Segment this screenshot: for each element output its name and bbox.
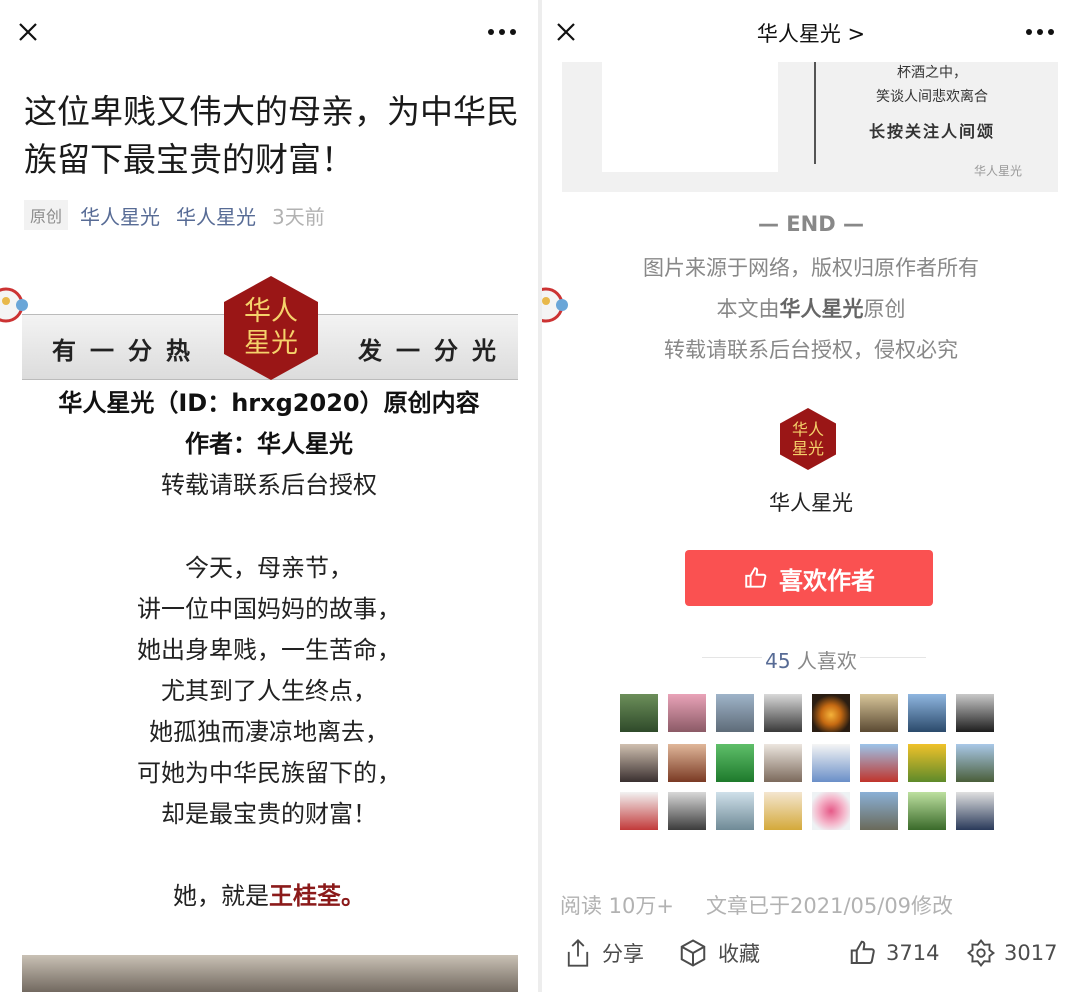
liker-avatar[interactable] bbox=[764, 694, 802, 732]
cube-icon bbox=[680, 939, 706, 967]
publish-time: 3天前 bbox=[272, 204, 325, 229]
share-label: 分享 bbox=[602, 942, 644, 966]
image-text-line: 长按关注人间颂 bbox=[868, 122, 995, 141]
intro-id-line: 华人星光（ID：hrxg2020）原创内容 bbox=[58, 389, 480, 417]
author-avatar[interactable]: 华人星光 bbox=[780, 408, 836, 470]
likers-count: 45 人喜欢 bbox=[542, 645, 1080, 674]
poem-line: 却是最宝贵的财富！ bbox=[161, 800, 377, 828]
final-sentence: 她，就是王桂荃。 bbox=[0, 876, 538, 911]
footer-reprint: 转载请联系后台授权，侵权必究 bbox=[664, 338, 958, 362]
footer-original: 本文由华人星光原创 bbox=[542, 293, 1080, 323]
intro-reprint-line: 转载请联系后台授权 bbox=[161, 471, 377, 499]
poem-line: 她孤独而凄凉地离去， bbox=[149, 718, 389, 746]
more-icon[interactable] bbox=[484, 14, 520, 50]
share-button[interactable]: 分享 bbox=[564, 938, 644, 968]
account-link[interactable]: 华人星光 bbox=[80, 201, 160, 230]
liker-avatar[interactable] bbox=[956, 792, 994, 830]
more-icon[interactable] bbox=[1022, 14, 1058, 50]
footer-original-prefix: 本文由 bbox=[716, 297, 780, 321]
liker-avatar[interactable] bbox=[956, 694, 994, 732]
final-prefix: 她，就是 bbox=[173, 882, 269, 910]
article-pane-left: 这位卑贱又伟大的母亲，为中华民族留下最宝贵的财富！ 原创 华人星光 华人星光 3… bbox=[0, 0, 538, 992]
watermark: 华人星光 bbox=[974, 164, 1023, 178]
header-account-title[interactable]: 华人星光 > bbox=[542, 18, 1080, 48]
liker-avatar[interactable] bbox=[860, 744, 898, 782]
thumbs-up-icon bbox=[745, 567, 767, 588]
footer-original-suffix: 原创 bbox=[863, 297, 906, 321]
collect-button[interactable]: 收藏 bbox=[678, 938, 760, 968]
liker-avatar[interactable] bbox=[668, 792, 706, 830]
poem-line: 可她为中华民族留下的， bbox=[137, 759, 401, 787]
close-icon[interactable] bbox=[10, 14, 46, 50]
divider bbox=[814, 62, 816, 164]
liker-avatar[interactable] bbox=[860, 792, 898, 830]
article-photo bbox=[22, 955, 518, 992]
collect-label: 收藏 bbox=[718, 942, 760, 966]
intro-author-line: 作者：华人星光 bbox=[185, 430, 353, 458]
likers-number: 45 bbox=[765, 649, 791, 673]
share-icon bbox=[567, 939, 589, 967]
footer-copyright: 图片来源于网络，版权归原作者所有 bbox=[643, 256, 979, 280]
liker-avatar[interactable] bbox=[620, 744, 658, 782]
modified-note: 文章已于2021/05/09修改 bbox=[706, 894, 954, 918]
image-text-line: 笑谈人间悲欢离合 bbox=[876, 89, 988, 105]
author-avatar-text: 华人星光 bbox=[791, 420, 824, 458]
liker-avatar[interactable] bbox=[716, 792, 754, 830]
author-name: 华人星光 bbox=[769, 491, 853, 515]
original-tag: 原创 bbox=[24, 200, 69, 230]
qr-code-area bbox=[602, 62, 778, 172]
liker-avatar[interactable] bbox=[908, 744, 946, 782]
read-count: 阅读 10万+ bbox=[560, 894, 674, 918]
heroine-name: 王桂荃。 bbox=[269, 882, 365, 910]
liker-avatar[interactable] bbox=[620, 792, 658, 830]
author-link[interactable]: 华人星光 bbox=[176, 201, 256, 230]
thumbs-up-icon bbox=[850, 940, 875, 964]
thumbs-up-button[interactable]: 3714 bbox=[848, 938, 939, 968]
liker-avatar[interactable] bbox=[812, 694, 850, 732]
poem-line: 她出身卑贱，一生苦命， bbox=[137, 636, 401, 664]
liker-avatar[interactable] bbox=[956, 744, 994, 782]
liker-avatar[interactable] bbox=[620, 694, 658, 732]
banner-slogan-right: 发一分光 bbox=[358, 336, 510, 365]
article-meta: 原创 华人星光 华人星光 3天前 bbox=[24, 200, 325, 230]
liker-avatar[interactable] bbox=[908, 792, 946, 830]
poem-line: 今天，母亲节， bbox=[185, 554, 353, 582]
poem-line: 讲一位中国妈妈的故事， bbox=[137, 595, 401, 623]
like-author-label: 喜欢作者 bbox=[779, 566, 875, 595]
liker-avatar[interactable] bbox=[812, 792, 850, 830]
wow-button[interactable]: 3017 bbox=[966, 938, 1057, 968]
thumbs-up-count: 3714 bbox=[886, 941, 940, 965]
like-author-button[interactable]: 喜欢作者 bbox=[685, 550, 933, 606]
likers-suffix: 人喜欢 bbox=[796, 649, 857, 673]
wow-count: 3017 bbox=[1004, 941, 1058, 965]
footer-original-account: 华人星光 bbox=[779, 297, 864, 321]
image-text-line: 杯酒之中， bbox=[897, 65, 967, 81]
article-title: 这位卑贱又伟大的母亲，为中华民族留下最宝贵的财富！ bbox=[24, 92, 519, 179]
liker-avatar[interactable] bbox=[764, 792, 802, 830]
liker-avatar[interactable] bbox=[764, 744, 802, 782]
banner-slogan-left: 有一分热 bbox=[52, 336, 204, 365]
liker-avatar[interactable] bbox=[860, 694, 898, 732]
article-pane-right: 华人星光 > 杯酒之中， 笑谈人间悲欢离合 长按关注人间颂 华人星光 — END… bbox=[542, 0, 1080, 992]
poem-line: 尤其到了人生终点， bbox=[161, 677, 377, 705]
wow-icon bbox=[966, 938, 996, 968]
brand-logo-text: 华人星光 bbox=[244, 296, 298, 359]
liker-avatar[interactable] bbox=[812, 744, 850, 782]
liker-avatar[interactable] bbox=[716, 694, 754, 732]
qr-image-card: 杯酒之中， 笑谈人间悲欢离合 长按关注人间颂 华人星光 bbox=[562, 62, 1058, 192]
liker-avatar[interactable] bbox=[908, 694, 946, 732]
liker-avatar[interactable] bbox=[668, 744, 706, 782]
liker-avatar[interactable] bbox=[668, 694, 706, 732]
end-marker: — END — bbox=[758, 212, 864, 236]
liker-avatar[interactable] bbox=[716, 744, 754, 782]
